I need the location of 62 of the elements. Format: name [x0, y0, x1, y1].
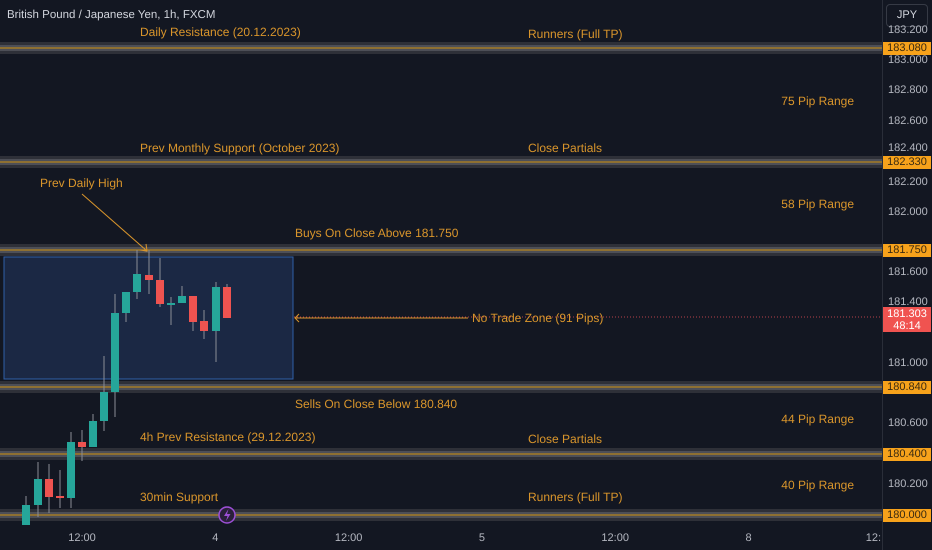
price-axis-label: 183.200 [888, 24, 928, 36]
level-label: 4h Prev Resistance (29.12.2023) [140, 430, 316, 444]
price-tag: 180.400 [883, 448, 931, 461]
candlestick [223, 284, 231, 318]
price-tag: 180.000 [883, 509, 931, 522]
price-axis-label: 182.800 [888, 84, 928, 96]
level-label: Close Partials [528, 432, 602, 446]
candlestick [78, 430, 86, 462]
zone-label: No Trade Zone (91 Pips) [472, 311, 604, 325]
price-axis-label: 180.200 [888, 478, 928, 490]
candlestick [189, 296, 197, 332]
candlestick [122, 292, 130, 322]
lightning-icon [218, 506, 236, 524]
candlestick [133, 250, 141, 300]
pip-range-label: 40 Pip Range [781, 478, 854, 492]
price-axis-label: 182.200 [888, 176, 928, 188]
time-axis-label: 12:00 [601, 532, 629, 544]
price-axis-label: 181.000 [888, 357, 928, 369]
pip-range-label: 44 Pip Range [781, 412, 854, 426]
time-axis-label: 12:00 [334, 532, 362, 544]
price-tag: 182.330 [883, 156, 931, 169]
candlestick [89, 414, 97, 448]
price-tag: 181.750 [883, 244, 931, 257]
pointer-arrow [82, 194, 148, 252]
time-axis-label: 12: [866, 532, 881, 544]
candlestick [45, 464, 53, 514]
time-axis-label: 4 [212, 532, 218, 544]
time-axis-label: 8 [745, 532, 752, 544]
countdown: 48:14 [893, 320, 921, 332]
price-axis-label: 183.000 [888, 54, 928, 66]
level-label: Buys On Close Above 181.750 [295, 226, 458, 240]
level-label: Sells On Close Below 180.840 [295, 397, 458, 411]
price-tag: 183.080 [883, 42, 931, 55]
price-axis-label: 182.000 [888, 206, 928, 218]
pip-range-label: 75 Pip Range [781, 94, 854, 108]
level-label: Prev Monthly Support (October 2023) [140, 141, 340, 155]
currency-button[interactable]: JPY [886, 4, 928, 27]
price-tag: 180.840 [883, 381, 931, 394]
candlestick [145, 250, 153, 294]
candlestick [22, 496, 30, 526]
candlestick [200, 310, 208, 340]
pip-range-label: 58 Pip Range [781, 197, 854, 211]
level-label: Close Partials [528, 141, 602, 155]
price-axis-label: 181.600 [888, 266, 928, 278]
candlestick [34, 462, 42, 518]
candlestick [156, 258, 164, 308]
time-axis-label: 12:00 [68, 532, 96, 544]
price-axis-label: 182.600 [888, 115, 928, 127]
level-label: 30min Support [140, 490, 218, 504]
candlestick [178, 286, 186, 304]
level-label: Runners (Full TP) [528, 27, 622, 41]
annotation-label: Prev Daily High [40, 176, 123, 190]
level-label: Daily Resistance (20.12.2023) [140, 25, 301, 39]
level-label: Runners (Full TP) [528, 490, 622, 504]
candlestick [56, 470, 64, 508]
candlestick [167, 296, 175, 326]
price-axis-label: 182.400 [888, 142, 928, 154]
current-price: 181.303 [887, 308, 927, 320]
chart-title: British Pound / Japanese Yen, 1h, FXCM [7, 9, 216, 21]
price-axis-label: 181.400 [888, 296, 928, 308]
time-axis-label: 5 [478, 532, 485, 544]
price-axis-label: 180.600 [888, 417, 928, 429]
